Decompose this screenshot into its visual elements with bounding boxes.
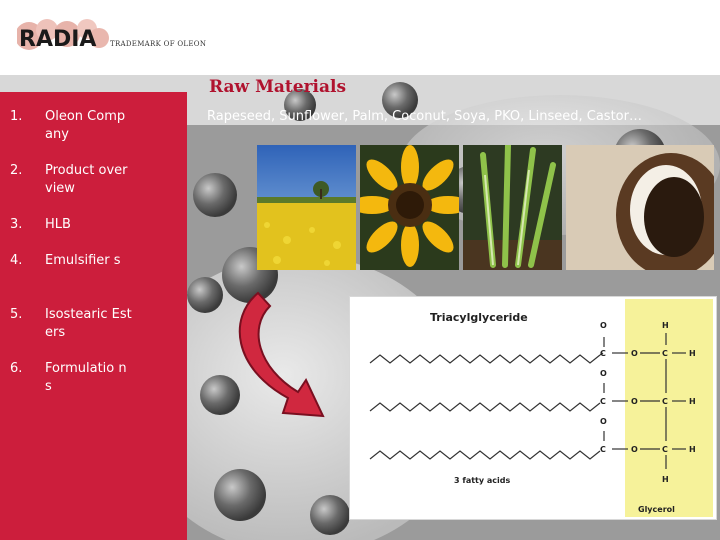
triacylglyceride-diagram: Triacylglyceride O C O C O C O O O H C C… (349, 296, 717, 520)
svg-text:O: O (631, 445, 638, 454)
fatty-acids-label: 3 fatty acids (454, 476, 510, 485)
svg-text:H: H (662, 475, 669, 484)
raw-materials-list: Rapeseed, Sunflower, Palm, Coconut, Soya… (207, 109, 642, 124)
svg-text:C: C (600, 445, 606, 454)
svg-text:O: O (600, 417, 607, 426)
curved-arrow-icon (238, 291, 325, 418)
svg-text:C: C (600, 397, 606, 406)
diagram-title: Triacylglyceride (430, 311, 528, 324)
side-nav-panel: 1. Oleon Company 2. Product overview 3. … (0, 92, 187, 540)
svg-text:H: H (689, 397, 696, 406)
glycerol-highlight (625, 299, 713, 517)
nav-item-label: HLB (45, 217, 71, 232)
rapeseed-field-photo (257, 145, 356, 270)
nav-item-label: Oleon Company (45, 109, 126, 142)
nav-item-number: 5. (10, 307, 23, 322)
svg-text:RADIA: RADIA (19, 27, 96, 52)
nav-item-number: 3. (10, 217, 23, 232)
radia-logo: RADIA (17, 19, 109, 52)
nav-item-label: Isostearic Esters (45, 307, 132, 340)
page-title: Raw Materials (209, 77, 347, 97)
palm-plant-photo (463, 145, 562, 270)
nav-item-number: 1. (10, 109, 23, 124)
svg-text:H: H (662, 321, 669, 330)
svg-text:O: O (600, 369, 607, 378)
sunflower-photo (360, 145, 459, 270)
svg-text:C: C (662, 349, 668, 358)
nav-item-label: Formulatio ns (45, 361, 127, 394)
coconut-photo (566, 145, 714, 270)
nav-item-label: Product overview (45, 163, 128, 196)
svg-text:H: H (689, 349, 696, 358)
svg-text:O: O (631, 349, 638, 358)
svg-text:C: C (600, 349, 606, 358)
svg-text:C: C (662, 445, 668, 454)
svg-text:O: O (631, 397, 638, 406)
nav-item-number: 2. (10, 163, 23, 178)
nav-item-label: Emulsifier s (45, 253, 121, 268)
header: RADIA TRADEMARK OF OLEON (0, 0, 720, 75)
svg-text:H: H (689, 445, 696, 454)
glycerol-label: Glycerol (638, 505, 675, 514)
nav-item-number: 4. (10, 253, 23, 268)
svg-text:O: O (600, 321, 607, 330)
nav-item-number: 6. (10, 361, 23, 376)
svg-text:C: C (662, 397, 668, 406)
brand-tagline: TRADEMARK OF OLEON (110, 40, 207, 48)
